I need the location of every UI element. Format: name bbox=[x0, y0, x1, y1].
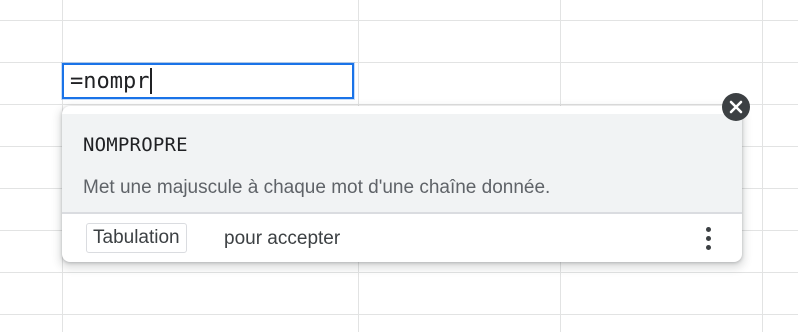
grid-row-line bbox=[0, 20, 798, 21]
formula-input-text[interactable]: =nompr bbox=[70, 69, 149, 94]
tab-key-chip: Tabulation bbox=[86, 223, 187, 253]
more-vert-icon bbox=[705, 225, 711, 252]
more-options-button[interactable] bbox=[692, 220, 724, 256]
suggestion-item[interactable]: NOMPROPRE Met une majuscule à chaque mot… bbox=[62, 114, 742, 212]
grid-row-line bbox=[0, 272, 798, 273]
active-cell-editor[interactable]: =nompr bbox=[62, 63, 354, 99]
function-name: NOMPROPRE bbox=[83, 134, 188, 156]
grid-column-line bbox=[762, 0, 763, 332]
text-caret bbox=[150, 68, 153, 94]
popup-footer: Tabulation pour accepter bbox=[62, 214, 742, 262]
close-suggestions-button[interactable] bbox=[722, 93, 750, 121]
formula-autocomplete-popup: NOMPROPRE Met une majuscule à chaque mot… bbox=[62, 106, 742, 262]
function-description: Met une majuscule à chaque mot d'une cha… bbox=[83, 177, 551, 198]
grid-row-line bbox=[0, 104, 798, 105]
accept-hint-text: pour accepter bbox=[224, 228, 341, 249]
grid-row-line bbox=[0, 314, 798, 315]
close-icon bbox=[729, 100, 743, 114]
